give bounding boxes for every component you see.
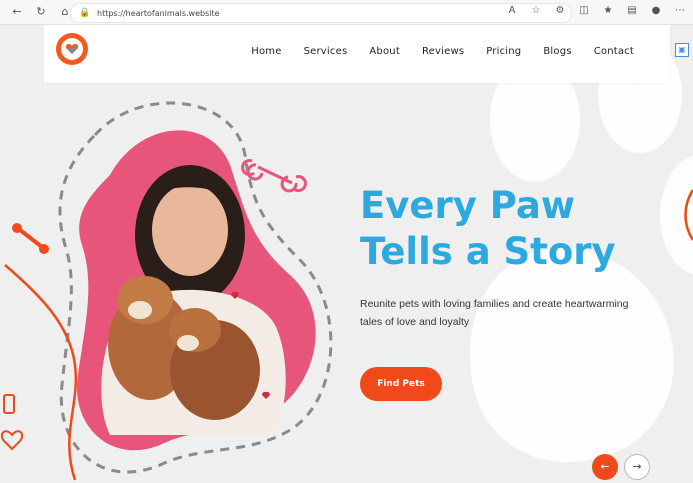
box-doodle [3, 394, 15, 414]
browser-actions: A ☆ ⚙ ◫ ★ ▤ ● ⋯ [505, 4, 687, 18]
nav-home[interactable]: Home [251, 46, 281, 57]
nav-about[interactable]: About [369, 46, 400, 57]
extensions-icon[interactable]: ⚙ [553, 4, 567, 18]
nav-blogs[interactable]: Blogs [543, 46, 571, 57]
hero-subtitle: Reunite pets with loving families and cr… [360, 298, 629, 328]
logo[interactable] [56, 33, 88, 65]
more-icon[interactable]: ⋯ [673, 4, 687, 18]
logo-heart-icon [61, 38, 83, 60]
heart-doodle-icon [0, 430, 24, 451]
nav-services[interactable]: Services [304, 46, 348, 57]
hero-title: Every Paw Tells a Story [360, 184, 616, 273]
arrow-left-icon[interactable]: ← [592, 454, 618, 480]
url-text: https://heartofanimals.website [97, 8, 220, 18]
screen-capture-icon[interactable]: ▣ [675, 43, 689, 57]
refresh-icon[interactable]: ↻ [34, 5, 48, 19]
favorites-bar-icon[interactable]: ★ [601, 4, 615, 18]
nav-reviews[interactable]: Reviews [422, 46, 464, 57]
collections-icon[interactable]: ▤ [625, 4, 639, 18]
nav-pricing[interactable]: Pricing [486, 46, 521, 57]
find-pets-button[interactable]: Find Pets [360, 367, 442, 401]
address-bar[interactable]: 🔒 https://heartofanimals.website [70, 3, 572, 23]
split-icon[interactable]: ◫ [577, 4, 591, 18]
lock-icon: 🔒 [79, 8, 91, 18]
orange-bone-icon [12, 223, 49, 254]
back-icon[interactable]: ← [10, 5, 24, 19]
site-header: Home Services About Reviews Pricing Blog… [44, 25, 670, 83]
nav-contact[interactable]: Contact [594, 46, 634, 57]
arrow-right-icon[interactable]: → [624, 454, 650, 480]
main-nav: Home Services About Reviews Pricing Blog… [251, 46, 634, 57]
favorite-icon[interactable]: ☆ [529, 4, 543, 18]
profile-icon[interactable]: ● [649, 4, 663, 18]
orange-curve [4, 264, 78, 481]
read-aloud-icon[interactable]: A [505, 4, 519, 18]
web-page: Home Services About Reviews Pricing Blog… [0, 25, 693, 483]
browser-toolbar: ← ↻ ⌂ 🔒 https://heartofanimals.website A… [0, 0, 693, 25]
